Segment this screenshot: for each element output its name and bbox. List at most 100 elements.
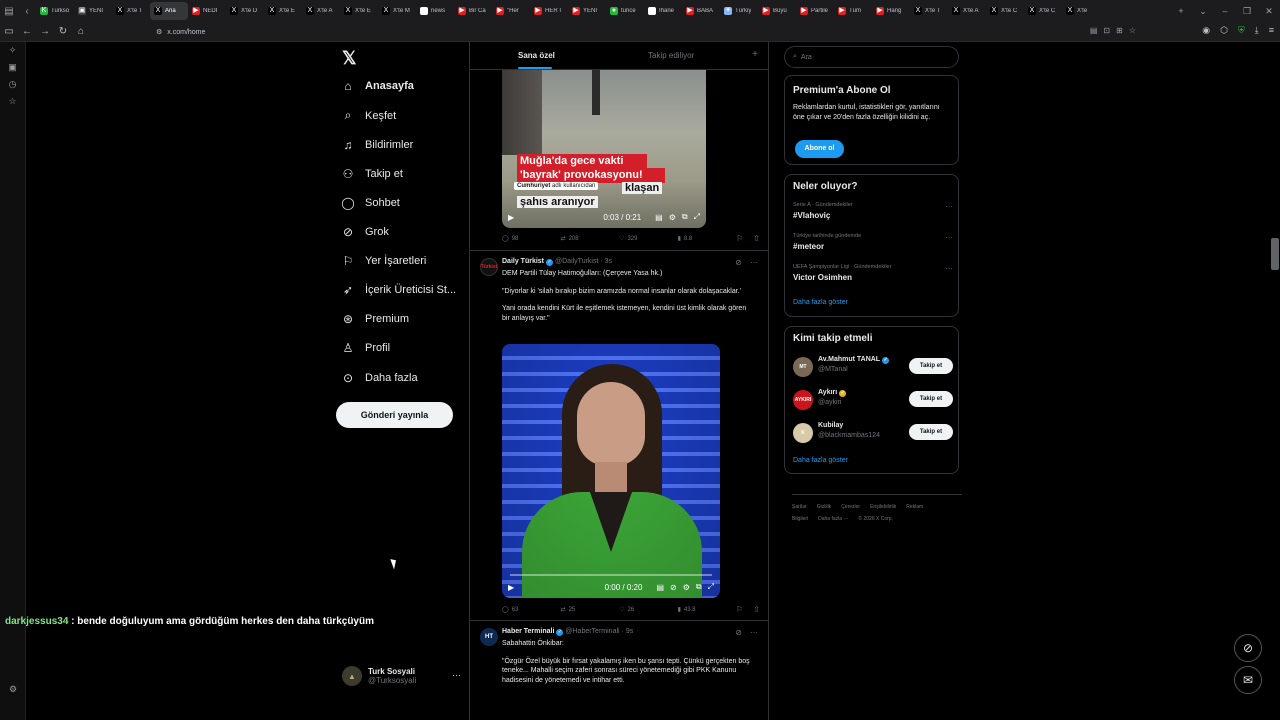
- nav-item-premium[interactable]: ⊛ Premium: [341, 312, 409, 326]
- avatar[interactable]: MT: [793, 357, 813, 377]
- browser-tab[interactable]: X X'te D: [226, 2, 264, 20]
- extensions-icon[interactable]: ⬡: [1220, 25, 1228, 36]
- more-dots-icon[interactable]: ···: [452, 670, 461, 680]
- views-button[interactable]: ▮ 43.8: [678, 606, 737, 614]
- follow-suggestion[interactable]: AYKIRI Aykırı ✓ @aykiri Takip et: [793, 388, 953, 412]
- search-input[interactable]: ⌕ Ara: [784, 46, 959, 68]
- footer-link[interactable]: Çerezler: [841, 504, 860, 510]
- account-switcher[interactable]: ▲ Turk Sosyali @Turksosyali ···: [342, 666, 467, 686]
- subscribe-button[interactable]: Abone ol: [795, 140, 844, 158]
- history-icon[interactable]: ◷: [0, 76, 25, 93]
- like-button[interactable]: ♡ 26: [619, 606, 678, 614]
- reply-button[interactable]: ◯ 98: [502, 235, 561, 243]
- download-icon[interactable]: ⤓: [1255, 25, 1259, 36]
- extension-icon[interactable]: ⊞: [1116, 26, 1123, 35]
- browser-tab[interactable]: X X'te T: [112, 2, 150, 20]
- tab-menu-icon[interactable]: ▤: [0, 6, 18, 17]
- grok-icon[interactable]: ⊘: [735, 258, 742, 267]
- avatar[interactable]: K: [793, 423, 813, 443]
- browser-tab[interactable]: X X'te A: [302, 2, 340, 20]
- browser-tab[interactable]: ▶ Hang: [872, 2, 910, 20]
- nav-item-search[interactable]: ⌕ Keşfet: [341, 108, 397, 123]
- browser-tab[interactable]: ▶ Tüm: [834, 2, 872, 20]
- nav-item-grok[interactable]: ⊘ Grok: [341, 225, 389, 239]
- add-tab-icon[interactable]: +: [752, 49, 758, 60]
- browser-tab[interactable]: ▶ "Her: [492, 2, 530, 20]
- settings-icon[interactable]: ⚙: [0, 681, 26, 698]
- nav-item-home[interactable]: ⌂ Anasayfa: [341, 79, 414, 93]
- footer-link[interactable]: © 2026 X Corp.: [858, 516, 893, 522]
- browser-tab[interactable]: X X'te T: [910, 2, 948, 20]
- suggestion-name[interactable]: Av.Mahmut TANAL: [818, 356, 880, 363]
- grok-icon[interactable]: ⊘: [670, 583, 677, 592]
- play-icon[interactable]: ▶: [508, 213, 522, 222]
- avatar[interactable]: Türkist: [480, 258, 498, 276]
- more-dots-icon[interactable]: ···: [945, 264, 953, 273]
- trend-item[interactable]: UEFA Şampiyonlar Ligi · Gündemdekiler Vic…: [793, 264, 953, 282]
- avatar[interactable]: AYKIRI: [793, 390, 813, 410]
- home-button-icon[interactable]: ⌂: [72, 26, 90, 37]
- nav-item-person-plus[interactable]: ⚇ Takip et: [341, 167, 403, 181]
- avatar[interactable]: HT: [480, 628, 498, 646]
- site-info-icon[interactable]: ⚙: [156, 28, 162, 36]
- share-icon[interactable]: ⇧: [753, 605, 760, 614]
- nav-item-bookmark[interactable]: ⚐ Yer İşaretleri: [341, 254, 427, 268]
- browser-tab[interactable]: X Ana: [150, 2, 188, 20]
- x-logo-icon[interactable]: 𝕏: [342, 48, 357, 69]
- new-tab-icon[interactable]: +: [1170, 6, 1192, 16]
- bookmark-star-icon[interactable]: ☆: [1129, 26, 1136, 35]
- captions-icon[interactable]: ▤: [656, 583, 664, 592]
- restore-icon[interactable]: ❐: [1236, 6, 1258, 17]
- browser-tab[interactable]: X X'te A: [948, 2, 986, 20]
- browser-tab[interactable]: K Turkso: [36, 2, 74, 20]
- post-handle[interactable]: @DailyTurkist: [555, 258, 598, 265]
- captions-icon[interactable]: ▤: [655, 213, 663, 222]
- trends-show-more[interactable]: Daha fazla göster: [793, 299, 848, 306]
- browser-tab[interactable]: G İhane: [644, 2, 682, 20]
- page-scrollbar[interactable]: [1271, 238, 1279, 270]
- more-dots-icon[interactable]: ···: [750, 628, 758, 637]
- favorites-icon[interactable]: ☆: [0, 93, 25, 110]
- tab-scroll-left-icon[interactable]: ‹: [18, 6, 36, 17]
- browser-tab[interactable]: X X'te C: [1024, 2, 1062, 20]
- back-icon[interactable]: ←: [18, 26, 36, 37]
- suggestion-name[interactable]: Aykırı: [818, 389, 837, 396]
- shield-icon[interactable]: ⛨: [1238, 25, 1245, 36]
- reply-button[interactable]: ◯ 63: [502, 606, 561, 614]
- browser-tab[interactable]: ▶ HER İ: [530, 2, 568, 20]
- browser-tab[interactable]: ▶ NEDİ: [188, 2, 226, 20]
- browser-tab[interactable]: ▶ BABA: [682, 2, 720, 20]
- like-button[interactable]: ♡ 329: [619, 235, 678, 243]
- post-video[interactable]: ▶ 0:00 / 0:20 ▤ ⊘ ⚙ ⧉ ⤢: [502, 344, 720, 598]
- grok-fab-icon[interactable]: ⊘: [1234, 634, 1262, 662]
- minimize-icon[interactable]: –: [1214, 6, 1236, 16]
- browser-tab[interactable]: X X'te C: [986, 2, 1024, 20]
- video-progress-bar[interactable]: [510, 574, 712, 576]
- browser-tab[interactable]: X X'te E: [340, 2, 378, 20]
- account-icon[interactable]: ◉: [1202, 25, 1210, 36]
- browser-tab[interactable]: ▶ Partile: [796, 2, 834, 20]
- tab-list-icon[interactable]: ⌄: [1192, 6, 1214, 17]
- post-handle[interactable]: @HaberTerminali: [565, 628, 619, 635]
- browser-tab[interactable]: ▶ Bir Ca: [454, 2, 492, 20]
- post-button[interactable]: Gönderi yayınla: [336, 402, 453, 428]
- repost-button[interactable]: ⇄ 208: [561, 235, 620, 243]
- browser-tab[interactable]: ✦ Türkiy: [720, 2, 758, 20]
- trend-item[interactable]: Türkiye tarihinde gündemde #meteor ···: [793, 233, 953, 251]
- repost-button[interactable]: ⇄ 25: [561, 606, 620, 614]
- forward-icon[interactable]: →: [36, 26, 54, 37]
- more-dots-icon[interactable]: ···: [750, 258, 758, 267]
- close-window-icon[interactable]: ✕: [1258, 6, 1280, 17]
- nav-item-rocket[interactable]: ➶ İçerik Üreticisi St...: [341, 283, 456, 297]
- browser-tab[interactable]: Gnews: [416, 2, 454, 20]
- ai-sparkle-icon[interactable]: ✧: [0, 42, 25, 59]
- browser-tab[interactable]: ▶ YENİ: [568, 2, 606, 20]
- follow-button[interactable]: Takip et: [909, 424, 953, 440]
- views-button[interactable]: ▮ 8.8: [678, 235, 737, 243]
- nav-item-bell[interactable]: ♫ Bildirimler: [341, 138, 414, 152]
- bookmark-icon[interactable]: ⚐: [736, 605, 743, 614]
- browser-tab[interactable]: X X'te: [1062, 2, 1100, 20]
- browser-tab[interactable]: ● tunce: [606, 2, 644, 20]
- follow-suggestion[interactable]: K Kubilay @blackmambas124 Takip et: [793, 421, 953, 445]
- post-author[interactable]: Haber Terminali: [502, 628, 554, 635]
